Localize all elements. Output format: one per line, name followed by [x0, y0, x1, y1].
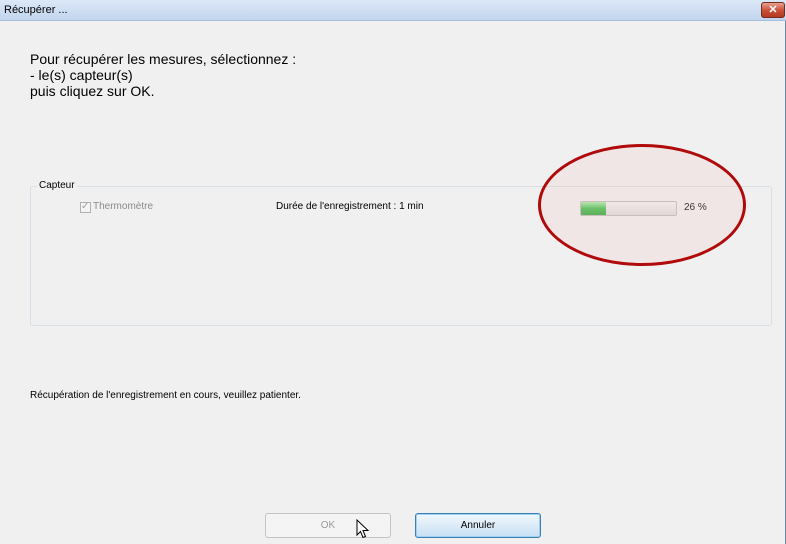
window-title: Récupérer ...	[4, 4, 68, 16]
instructions-text: Pour récupérer les mesures, sélectionnez…	[30, 51, 296, 99]
title-bar[interactable]: Récupérer ... ✕	[0, 0, 786, 21]
close-icon: ✕	[768, 4, 778, 16]
cancel-button[interactable]: Annuler	[415, 513, 541, 538]
checkmark-icon: ✓	[81, 201, 90, 212]
sensor-checkbox[interactable]: ✓	[80, 201, 91, 213]
sensor-name: Thermomètre	[93, 201, 154, 212]
instruction-line-2: - le(s) capteur(s)	[30, 67, 133, 83]
mouse-pointer-icon	[356, 519, 370, 539]
highlight-annotation-ellipse	[538, 144, 746, 266]
instruction-line-3: puis cliquez sur OK.	[30, 83, 155, 99]
status-message: Récupération de l'enregistrement en cour…	[30, 390, 301, 401]
recording-duration: Durée de l'enregistrement : 1 min	[276, 201, 424, 212]
dialog-window: Récupérer ... ✕ Pour récupérer les mesur…	[0, 0, 786, 544]
close-button[interactable]: ✕	[761, 2, 785, 18]
ok-button[interactable]: OK	[265, 513, 391, 538]
instruction-line-1: Pour récupérer les mesures, sélectionnez…	[30, 51, 297, 67]
sensor-group-label: Capteur	[37, 180, 77, 191]
